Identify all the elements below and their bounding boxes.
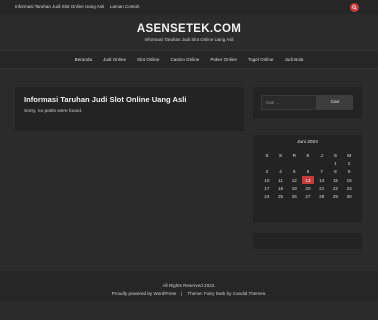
calendar-day: 17 bbox=[264, 186, 270, 192]
calendar-day: 28 bbox=[319, 194, 325, 200]
calendar-day-header: M bbox=[347, 152, 352, 158]
calendar-day: 5 bbox=[293, 169, 296, 175]
calendar-day: 30 bbox=[346, 194, 352, 200]
calendar-day: 19 bbox=[291, 186, 297, 192]
calendar-day-header: S bbox=[333, 152, 337, 158]
no-posts-message: Sorry, no posts were found. bbox=[24, 109, 83, 114]
footer-copyright: All Rights Reserved 2022. bbox=[162, 283, 216, 288]
top-links: Informasi Taruhan Judi Slot Online Uang … bbox=[15, 4, 140, 9]
search-submit-button[interactable]: Cari bbox=[317, 95, 353, 110]
top-link-laman-contoh[interactable]: Laman Contoh bbox=[110, 4, 140, 9]
calendar-day: 23 bbox=[346, 186, 352, 192]
calendar-day: 20 bbox=[305, 186, 311, 192]
calendar-day: 14 bbox=[319, 177, 325, 183]
footer-powered-link[interactable]: Proudly powered by WordPress bbox=[112, 291, 177, 296]
search-icon bbox=[352, 5, 357, 10]
calendar-day: 8 bbox=[334, 169, 337, 175]
calendar-day: 6 bbox=[306, 169, 310, 175]
content-card: Informasi Taruhan Judi Slot Online Uang … bbox=[15, 87, 244, 131]
search-toggle-button[interactable] bbox=[350, 3, 359, 12]
calendar-day: 21 bbox=[319, 186, 325, 192]
calendar-day: 22 bbox=[332, 186, 338, 192]
calendar-empty-cell bbox=[301, 160, 315, 168]
site-header: ASENSETEK.COM Informasi Taruhan Judi Slo… bbox=[0, 14, 378, 50]
calendar-day: 25 bbox=[278, 194, 284, 200]
calendar-day: 18 bbox=[278, 186, 284, 192]
calendar-day: 10 bbox=[264, 177, 270, 183]
calendar-empty-cell bbox=[274, 160, 288, 168]
footer-theme-text: Theme: Fairy Dark by bbox=[187, 291, 232, 296]
calendar-day-header: J bbox=[320, 152, 323, 158]
page-title: Informasi Taruhan Judi Slot Online Uang … bbox=[24, 95, 187, 104]
calendar-empty-cell bbox=[287, 160, 301, 168]
site-description: Informasi Taruhan Judi Slot Online Uang … bbox=[144, 37, 234, 42]
calendar-day: 26 bbox=[291, 194, 297, 200]
calendar-day: 1 bbox=[334, 161, 337, 167]
calendar-day-header: S bbox=[279, 152, 283, 158]
site-title[interactable]: ASENSETEK.COM bbox=[0, 23, 378, 35]
nav-item-judi-bola[interactable]: Judi Bola bbox=[279, 57, 309, 62]
nav-item-judi-online[interactable]: Judi Online bbox=[98, 57, 132, 62]
calendar-day: 11 bbox=[278, 177, 283, 183]
calendar-day: 2 bbox=[347, 161, 351, 167]
calendar-day-header: S bbox=[265, 152, 269, 158]
calendar-day: 24 bbox=[264, 194, 270, 200]
nav-item-slot-online[interactable]: Slot Online bbox=[132, 57, 165, 62]
calendar-empty-cell bbox=[315, 160, 329, 168]
calendar-day: 16 bbox=[346, 177, 352, 183]
calendar-empty-cell bbox=[260, 160, 274, 168]
nav-item-poker-online[interactable]: Poker Online bbox=[205, 57, 243, 62]
top-link-informasi[interactable]: Informasi Taruhan Judi Slot Online Uang … bbox=[15, 4, 104, 9]
calendar-day: 15 bbox=[332, 177, 338, 183]
nav-item-casino-online[interactable]: Casino Online bbox=[165, 57, 205, 62]
footer-author-link[interactable]: Candid Themes. bbox=[233, 291, 267, 296]
calendar-day: 27 bbox=[305, 194, 311, 200]
calendar-grid: S S R K J S M 1 2 3 4 5 6 7 8 9 10 11 12 13 14 15 16 17 18 19 20 21… bbox=[260, 151, 356, 201]
search-widget: Cari … Cari bbox=[253, 87, 362, 118]
site-footer: All Rights Reserved 2022. Proudly powere… bbox=[0, 271, 378, 301]
nav-item-beranda[interactable]: Beranda bbox=[69, 57, 97, 62]
calendar-day-header: K bbox=[306, 152, 310, 158]
calendar-day: 4 bbox=[279, 169, 282, 175]
calendar-day: 29 bbox=[332, 194, 338, 200]
calendar-day: 12 bbox=[291, 177, 297, 183]
empty-widget bbox=[253, 233, 362, 249]
main-navigation: Beranda Judi Online Slot Online Casino O… bbox=[0, 50, 378, 69]
nav-item-togel-online[interactable]: Togel Online bbox=[242, 57, 279, 62]
footer-separator: | bbox=[181, 291, 183, 296]
calendar-day: 9 bbox=[347, 169, 351, 175]
footer-credits: Proudly powered by WordPress | Theme: Fair… bbox=[0, 291, 378, 296]
search-input[interactable]: Cari … bbox=[261, 95, 317, 110]
calendar-caption: Juni 2024 bbox=[297, 140, 318, 145]
calendar-day-header: R bbox=[292, 152, 296, 158]
calendar-day: 7 bbox=[320, 169, 323, 175]
calendar-day-today: 13 bbox=[302, 176, 314, 185]
top-bar: Informasi Taruhan Judi Slot Online Uang … bbox=[0, 0, 378, 14]
calendar-day: 3 bbox=[265, 169, 269, 175]
calendar-widget: Juni 2024 S S R K J S M 1 2 3 4 5 6 7 8 9 10 11 12 13 14 15 16… bbox=[253, 135, 362, 222]
